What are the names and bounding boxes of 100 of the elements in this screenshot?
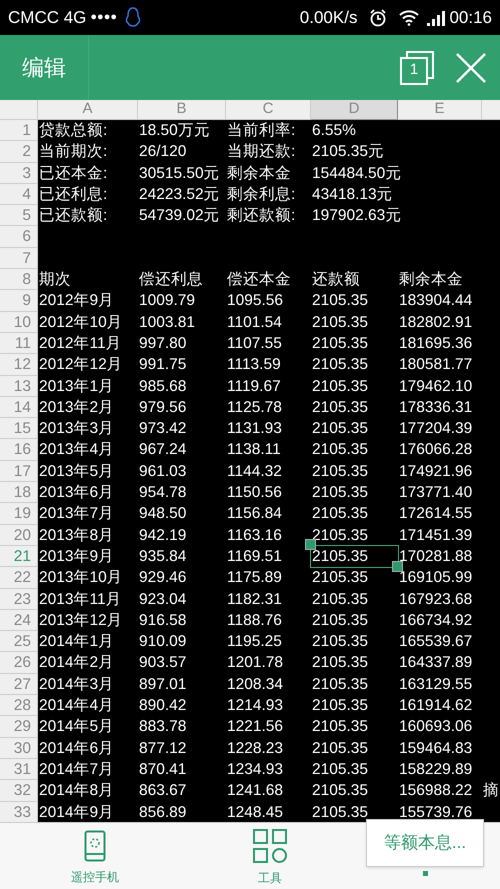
table-cell-text: 43418.13元 <box>311 184 394 205</box>
table-cell-text: 6.55% <box>311 121 357 141</box>
row-header[interactable]: 8 <box>0 269 38 290</box>
row-header[interactable]: 12 <box>0 354 38 376</box>
row-header[interactable]: 22 <box>0 567 38 589</box>
row-header[interactable]: 9 <box>0 290 38 312</box>
row-header[interactable]: 16 <box>0 439 38 461</box>
table-cell-text: 1101.54 <box>226 312 283 333</box>
toolbar-item[interactable]: 工具 <box>190 823 350 889</box>
row-header[interactable]: 1 <box>0 120 38 142</box>
row-header[interactable]: 4 <box>0 184 38 206</box>
row-header[interactable]: 7 <box>0 248 38 270</box>
row-header[interactable]: 32 <box>0 780 38 802</box>
table-cell-text: 偿还本金 <box>226 270 292 290</box>
table-cell-text: 1095.56 <box>226 291 284 312</box>
selection-handle[interactable] <box>305 539 316 550</box>
table-cell-text: 2105.35 <box>311 440 370 460</box>
table-cell-text: 935.84 <box>138 546 188 567</box>
row-header[interactable]: 6 <box>0 226 38 248</box>
table-cell-text: 偿还利息 <box>138 270 204 290</box>
table-cell-text: 897.01 <box>138 674 188 695</box>
table-cell-text: 2105.35 <box>311 291 370 312</box>
table-cell-text: 954.78 <box>138 483 188 504</box>
toolbar-item[interactable]: 遥控手机 <box>0 823 190 889</box>
table-cell-text: 1144.32 <box>226 462 283 482</box>
table-cell-text: 916.58 <box>138 610 188 631</box>
carrier-label: CMCC 4G <box>8 6 86 29</box>
table-cell-text: 2014年9月 <box>38 802 116 822</box>
table-cell-text: 166734.92 <box>398 610 474 631</box>
table-cell-text: 1175.89 <box>226 568 283 588</box>
table-cell-text: 178336.31 <box>398 398 474 418</box>
table-cell-text: 903.57 <box>138 653 188 674</box>
table-cell: 2105.35 <box>311 546 398 568</box>
column-header[interactable]: B <box>138 100 226 120</box>
table-cell-text: 2105.35 <box>311 376 370 397</box>
row-header[interactable]: 21 <box>0 546 38 568</box>
table-cell-text: 1195.25 <box>226 632 283 652</box>
table-cell-text: 1248.45 <box>226 802 284 822</box>
table-cell-text: 剩余本金 <box>398 270 464 290</box>
table-cell-text: 54739.02元 <box>138 206 221 226</box>
row-header[interactable]: 33 <box>0 802 38 822</box>
table-cell-text: 2105.35 <box>311 590 370 610</box>
table-cell-text: 2105.35 <box>311 610 370 631</box>
row-header[interactable]: 26 <box>0 652 38 674</box>
row-header[interactable]: 2 <box>0 141 38 163</box>
table-cell-text: 2105.35 <box>311 738 370 759</box>
table-cell-text: 摘 <box>482 781 499 802</box>
column-header[interactable]: A <box>38 100 138 120</box>
row-header[interactable]: 31 <box>0 758 38 780</box>
row-header[interactable]: 20 <box>0 524 38 546</box>
table-cell-text: 2105.35 <box>311 781 370 802</box>
table-cell-text: 1138.11 <box>226 440 282 460</box>
row-header[interactable]: 13 <box>0 376 38 397</box>
row-header[interactable]: 14 <box>0 396 38 418</box>
sheet-tab[interactable]: 等额本息... <box>366 819 484 867</box>
table-cell-text: 1113.59 <box>226 355 282 376</box>
table-cell-text: 180581.77 <box>398 355 474 376</box>
column-header[interactable]: D <box>311 100 398 120</box>
table-cell-text: 1182.31 <box>226 590 283 610</box>
table-cell-text: 973.42 <box>138 419 188 440</box>
row-header[interactable]: 30 <box>0 738 38 759</box>
tablet-icon <box>84 830 106 862</box>
table-cell-text: 2105.35元 <box>311 142 386 162</box>
table-cell-text: 863.67 <box>138 781 188 802</box>
row-header[interactable]: 23 <box>0 588 38 610</box>
table-cell-text: 171451.39 <box>398 526 474 546</box>
row-header[interactable]: 27 <box>0 674 38 696</box>
close-button[interactable] <box>456 52 486 82</box>
table-cell-text: 1107.55 <box>226 334 283 354</box>
table-cell-text: 2012年9月 <box>38 291 116 312</box>
row-header[interactable]: 11 <box>0 332 38 354</box>
row-header[interactable]: 3 <box>0 162 38 184</box>
row-header[interactable]: 18 <box>0 482 38 504</box>
table-cell-text: 967.24 <box>138 440 188 460</box>
row-header[interactable]: 19 <box>0 503 38 525</box>
table-cell-text: 182802.91 <box>398 312 474 333</box>
table-cell-text: 30515.50元 <box>138 164 221 184</box>
row-header[interactable]: 10 <box>0 312 38 333</box>
signal-dots: ●●●● <box>90 10 117 26</box>
table-cell-text: 2013年11月 <box>38 590 123 610</box>
table-cell-text: 948.50 <box>138 504 188 524</box>
row-header[interactable]: 17 <box>0 460 38 482</box>
table-cell-text: 18.50万元 <box>138 121 211 141</box>
row-header[interactable]: 28 <box>0 695 38 716</box>
row-header[interactable]: 24 <box>0 610 38 632</box>
table-cell-text: 2013年12月 <box>38 610 124 631</box>
network-speed: 0.00K/s <box>300 6 358 29</box>
column-header[interactable]: E <box>398 100 482 120</box>
table-cell-text: 1119.67 <box>226 376 282 397</box>
row-header[interactable]: 25 <box>0 631 38 652</box>
table-cell-text: 2014年1月 <box>38 632 116 652</box>
table-cell-text: 2013年5月 <box>38 462 116 482</box>
row-header[interactable]: 29 <box>0 716 38 738</box>
selection-handle[interactable] <box>392 561 403 572</box>
table-cell-text: 剩还款额: <box>226 206 296 226</box>
table-cell-text: 929.46 <box>138 568 188 588</box>
table-cell-text: 2105.35 <box>311 802 370 822</box>
row-header[interactable]: 15 <box>0 418 38 440</box>
row-header[interactable]: 5 <box>0 205 38 226</box>
table-cell-text: 2105.35 <box>311 398 370 418</box>
